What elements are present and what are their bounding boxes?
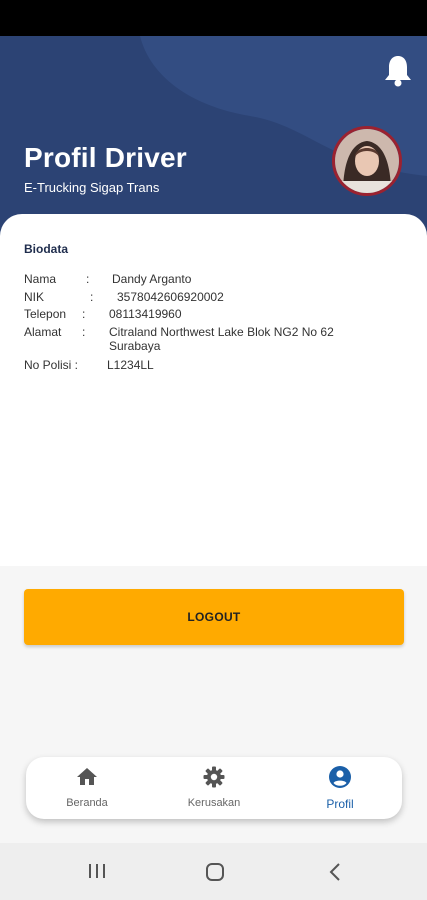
avatar[interactable] xyxy=(332,126,402,196)
no-polisi-value: L1234LL xyxy=(107,358,154,372)
nik-label: NIK xyxy=(24,290,45,304)
alamat-label: Alamat xyxy=(24,325,62,339)
page-subtitle: E-Trucking Sigap Trans xyxy=(24,180,160,195)
nav-label-beranda: Beranda xyxy=(66,797,108,809)
nav-label-kerusakan: Kerusakan xyxy=(187,797,241,809)
alamat-separator: : xyxy=(82,325,86,339)
nav-item-kerusakan[interactable]: Kerusakan xyxy=(159,757,269,819)
nik-value: 3578042606920002 xyxy=(117,290,224,304)
gear-icon xyxy=(203,766,225,788)
nama-label: Nama xyxy=(24,272,57,286)
nav-item-beranda[interactable]: Beranda xyxy=(32,757,142,819)
biodata-card: Biodata Nama : Dandy Arganto NIK : 35780… xyxy=(0,214,427,566)
logout-button[interactable]: LOGOUT xyxy=(24,589,404,645)
biodata-title: Biodata xyxy=(24,242,69,256)
back-icon[interactable] xyxy=(327,862,343,882)
bell-icon[interactable] xyxy=(383,54,413,88)
nama-separator: : xyxy=(86,272,90,286)
nik-separator: : xyxy=(90,290,94,304)
system-navigation-bar xyxy=(0,843,427,900)
alamat-value-line2: Surabaya xyxy=(109,339,161,353)
recent-apps-icon[interactable] xyxy=(87,862,107,880)
alamat-value-line1: Citraland Northwest Lake Blok NG2 No 62 xyxy=(109,325,334,339)
bottom-navigation: Beranda Kerusakan Profil xyxy=(26,757,402,819)
status-bar xyxy=(0,0,427,36)
telepon-value: 08113419960 xyxy=(109,307,182,321)
account-circle-icon xyxy=(329,766,351,788)
home-icon xyxy=(77,768,97,785)
home-circle-icon[interactable] xyxy=(205,862,225,882)
nama-value: Dandy Arganto xyxy=(112,272,192,286)
nav-item-profil[interactable]: Profil xyxy=(285,757,395,819)
profile-header: Profil Driver E-Trucking Sigap Trans xyxy=(0,36,427,236)
page-title: Profil Driver xyxy=(24,142,187,173)
no-polisi-label: No Polisi : xyxy=(24,358,79,372)
telepon-separator: : xyxy=(82,307,86,321)
telepon-label: Telepon xyxy=(24,307,67,321)
nav-label-profil: Profil xyxy=(326,797,354,811)
